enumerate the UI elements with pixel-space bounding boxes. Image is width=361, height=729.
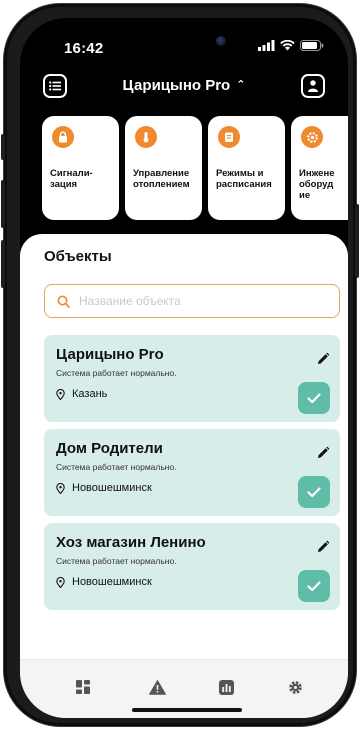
tab-settings[interactable]	[284, 676, 306, 698]
top-bar: Царицыно Pro ⌃	[20, 74, 348, 114]
location-pin-icon	[56, 576, 65, 588]
category-label: Инжене оборуд ие	[299, 168, 335, 201]
category-card-schedules[interactable]: Режимы и расписания	[208, 116, 285, 220]
tab-bar	[20, 659, 348, 718]
alert-icon	[148, 679, 166, 695]
object-status: Система работает нормально.	[56, 368, 177, 378]
object-status: Система работает нормально.	[56, 462, 177, 472]
home-indicator[interactable]	[132, 708, 242, 712]
volume-up-button	[1, 180, 5, 228]
chevron-up-icon: ⌃	[236, 79, 246, 91]
edit-button[interactable]	[316, 446, 330, 460]
dashboard-icon	[76, 680, 90, 694]
object-card[interactable]: Царицыно Pro Система работает нормально.…	[44, 335, 340, 422]
object-location-label: Новошешминск	[72, 482, 152, 494]
check-icon	[307, 486, 321, 497]
camera-icon	[216, 36, 226, 46]
object-card[interactable]: Дом Родители Система работает нормально.…	[44, 429, 340, 516]
lock-icon	[52, 126, 74, 148]
location-pin-icon	[56, 388, 65, 400]
category-label: Сигнали- зация	[50, 168, 93, 190]
settings-icon	[288, 680, 302, 694]
object-location-label: Казань	[72, 388, 108, 400]
object-location: Казань	[56, 388, 107, 400]
volume-down-button	[1, 240, 5, 288]
tab-stats[interactable]	[215, 676, 237, 698]
edit-button[interactable]	[316, 540, 330, 554]
status-time: 16:42	[64, 40, 104, 57]
category-card-heating[interactable]: Управление отоплением	[125, 116, 202, 220]
stats-icon	[218, 679, 234, 695]
power-button	[355, 204, 359, 278]
category-card-alarm[interactable]: Сигнали- зация	[42, 116, 119, 220]
category-label: Режимы и расписания	[216, 168, 272, 190]
object-name: Царицыно Pro	[56, 346, 164, 363]
signal-icon	[258, 40, 275, 51]
screen: 16:42 Царицыно Pro ⌃ Сигнали- зация Упра…	[20, 18, 348, 718]
edit-button[interactable]	[316, 352, 330, 366]
gear-icon	[301, 126, 323, 148]
category-card-engineering[interactable]: Инжене оборуд ие	[291, 116, 348, 220]
user-icon	[308, 80, 318, 92]
object-name: Хоз магазин Ленино	[56, 534, 206, 551]
search-icon	[57, 295, 70, 308]
action-button	[1, 134, 5, 160]
tab-alerts[interactable]	[146, 676, 168, 698]
pencil-icon	[318, 446, 330, 458]
category-row: Сигнали- зация Управление отоплением Реж…	[42, 116, 348, 220]
status-icons	[258, 40, 324, 51]
check-icon	[307, 392, 321, 403]
status-ok-button[interactable]	[298, 476, 330, 508]
schedule-icon	[218, 126, 240, 148]
header-title-dropdown[interactable]: Царицыно Pro ⌃	[20, 77, 348, 94]
tab-dashboard[interactable]	[72, 676, 94, 698]
object-card[interactable]: Хоз магазин Ленино Система работает норм…	[44, 523, 340, 610]
dynamic-island	[146, 28, 236, 54]
category-label: Управление отоплением	[133, 168, 190, 190]
object-location: Новошешминск	[56, 576, 152, 588]
thermometer-icon	[135, 126, 157, 148]
object-location-label: Новошешминск	[72, 576, 152, 588]
phone-frame: 16:42 Царицыно Pro ⌃ Сигнали- зация Упра…	[1, 4, 359, 726]
wifi-icon	[280, 40, 295, 51]
status-ok-button[interactable]	[298, 382, 330, 414]
object-name: Дом Родители	[56, 440, 163, 457]
header-title: Царицыно Pro	[122, 77, 231, 94]
status-ok-button[interactable]	[298, 570, 330, 602]
check-icon	[307, 580, 321, 591]
object-location: Новошешминск	[56, 482, 152, 494]
search-input[interactable]	[77, 293, 339, 309]
pencil-icon	[318, 540, 330, 552]
profile-button[interactable]	[301, 74, 325, 98]
pencil-icon	[318, 352, 330, 364]
search-field[interactable]	[44, 284, 340, 318]
location-pin-icon	[56, 482, 65, 494]
objects-sheet: Объекты Царицыно Pro Система работает но…	[20, 234, 348, 718]
object-status: Система работает нормально.	[56, 556, 177, 566]
battery-icon	[300, 40, 324, 51]
objects-title: Объекты	[44, 248, 112, 265]
